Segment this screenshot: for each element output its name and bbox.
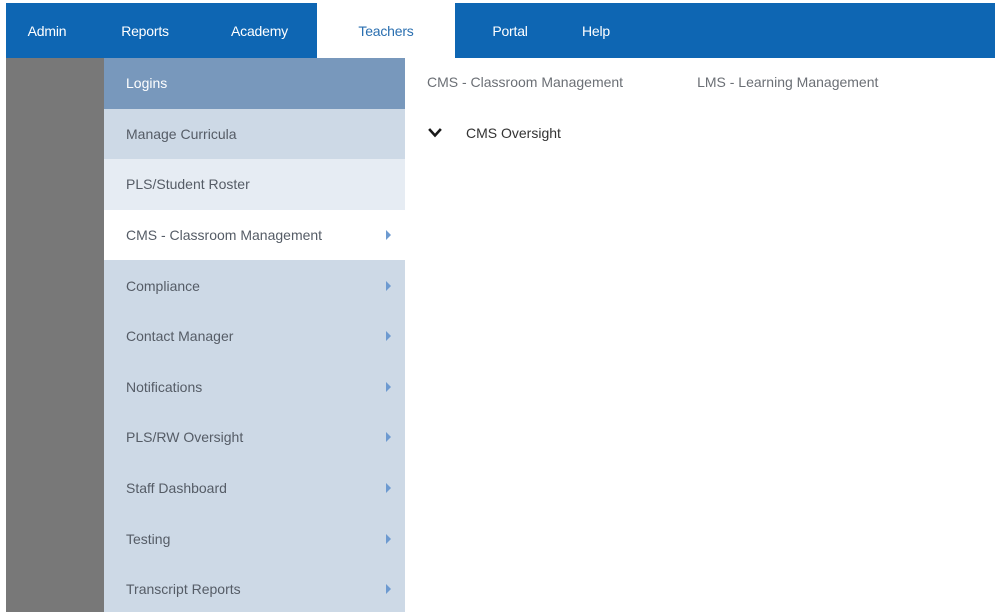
nav-tab-reports[interactable]: Reports [88,3,202,58]
caret-right-icon [386,584,391,595]
sidebar-item-label: Compliance [126,277,200,294]
nav-tab-label: Reports [121,22,169,39]
sidebar-item-pls-student-roster[interactable]: PLS/Student Roster [104,159,405,210]
sidebar-item-transcript-reports[interactable]: Transcript Reports [104,564,405,615]
nav-tab-label: Help [582,22,610,39]
sidebar-item-contact-manager[interactable]: Contact Manager [104,311,405,362]
cms-oversight-toggle[interactable]: CMS Oversight [428,125,561,141]
sidebar-item-logins[interactable]: Logins [104,58,405,109]
sidebar-item-label: Notifications [126,378,203,395]
sidebar-item-label: Manage Curricula [126,125,237,142]
nav-tab-teachers[interactable]: Teachers [317,3,455,58]
nav-tab-label: Teachers [358,22,414,39]
left-rail [6,58,104,612]
tab-lms-learning-management[interactable]: LMS - Learning Management [697,74,878,90]
caret-right-icon [386,230,391,241]
caret-right-icon [386,381,391,392]
sidebar-item-label: Transcript Reports [126,581,241,598]
cms-oversight-label: CMS Oversight [466,125,561,141]
sidebar-item-notifications[interactable]: Notifications [104,362,405,413]
sidebar-item-label: PLS/Student Roster [126,176,250,193]
nav-tab-label: Admin [27,22,67,39]
sidebar-item-label: Logins [126,75,168,92]
nav-tab-portal[interactable]: Portal [455,3,565,58]
content-tabs: CMS - Classroom Management LMS - Learnin… [427,74,878,90]
caret-right-icon [386,331,391,342]
nav-tab-label: Academy [231,22,288,39]
nav-tab-help[interactable]: Help [565,3,627,58]
caret-right-icon [386,483,391,494]
sidebar-item-cms-classroom-management[interactable]: CMS - Classroom Management [104,209,405,261]
sidebar-item-label: Contact Manager [126,328,234,345]
sidebar-item-label: Testing [126,530,171,547]
nav-tab-academy[interactable]: Academy [202,3,317,58]
caret-right-icon [386,280,391,291]
nav-tab-admin[interactable]: Admin [6,3,88,58]
tab-cms-classroom-management[interactable]: CMS - Classroom Management [427,74,623,90]
top-navigation: Admin Reports Academy Teachers Portal He… [6,3,995,58]
chevron-down-icon [428,128,442,138]
sidebar-item-staff-dashboard[interactable]: Staff Dashboard [104,463,405,514]
sidebar-item-label: PLS/RW Oversight [126,429,244,446]
caret-right-icon [386,432,391,443]
sidebar-item-label: CMS - Classroom Management [126,227,323,244]
sidebar-item-pls-rw-oversight[interactable]: PLS/RW Oversight [104,412,405,463]
sidebar-item-testing[interactable]: Testing [104,513,405,564]
sidebar-item-manage-curricula[interactable]: Manage Curricula [104,109,405,160]
caret-right-icon [386,533,391,544]
nav-tab-label: Portal [492,22,528,39]
sidebar-item-compliance[interactable]: Compliance [104,260,405,311]
sidebar-menu: Logins Manage Curricula PLS/Student Rost… [104,58,405,612]
sidebar-item-label: Staff Dashboard [126,480,227,497]
